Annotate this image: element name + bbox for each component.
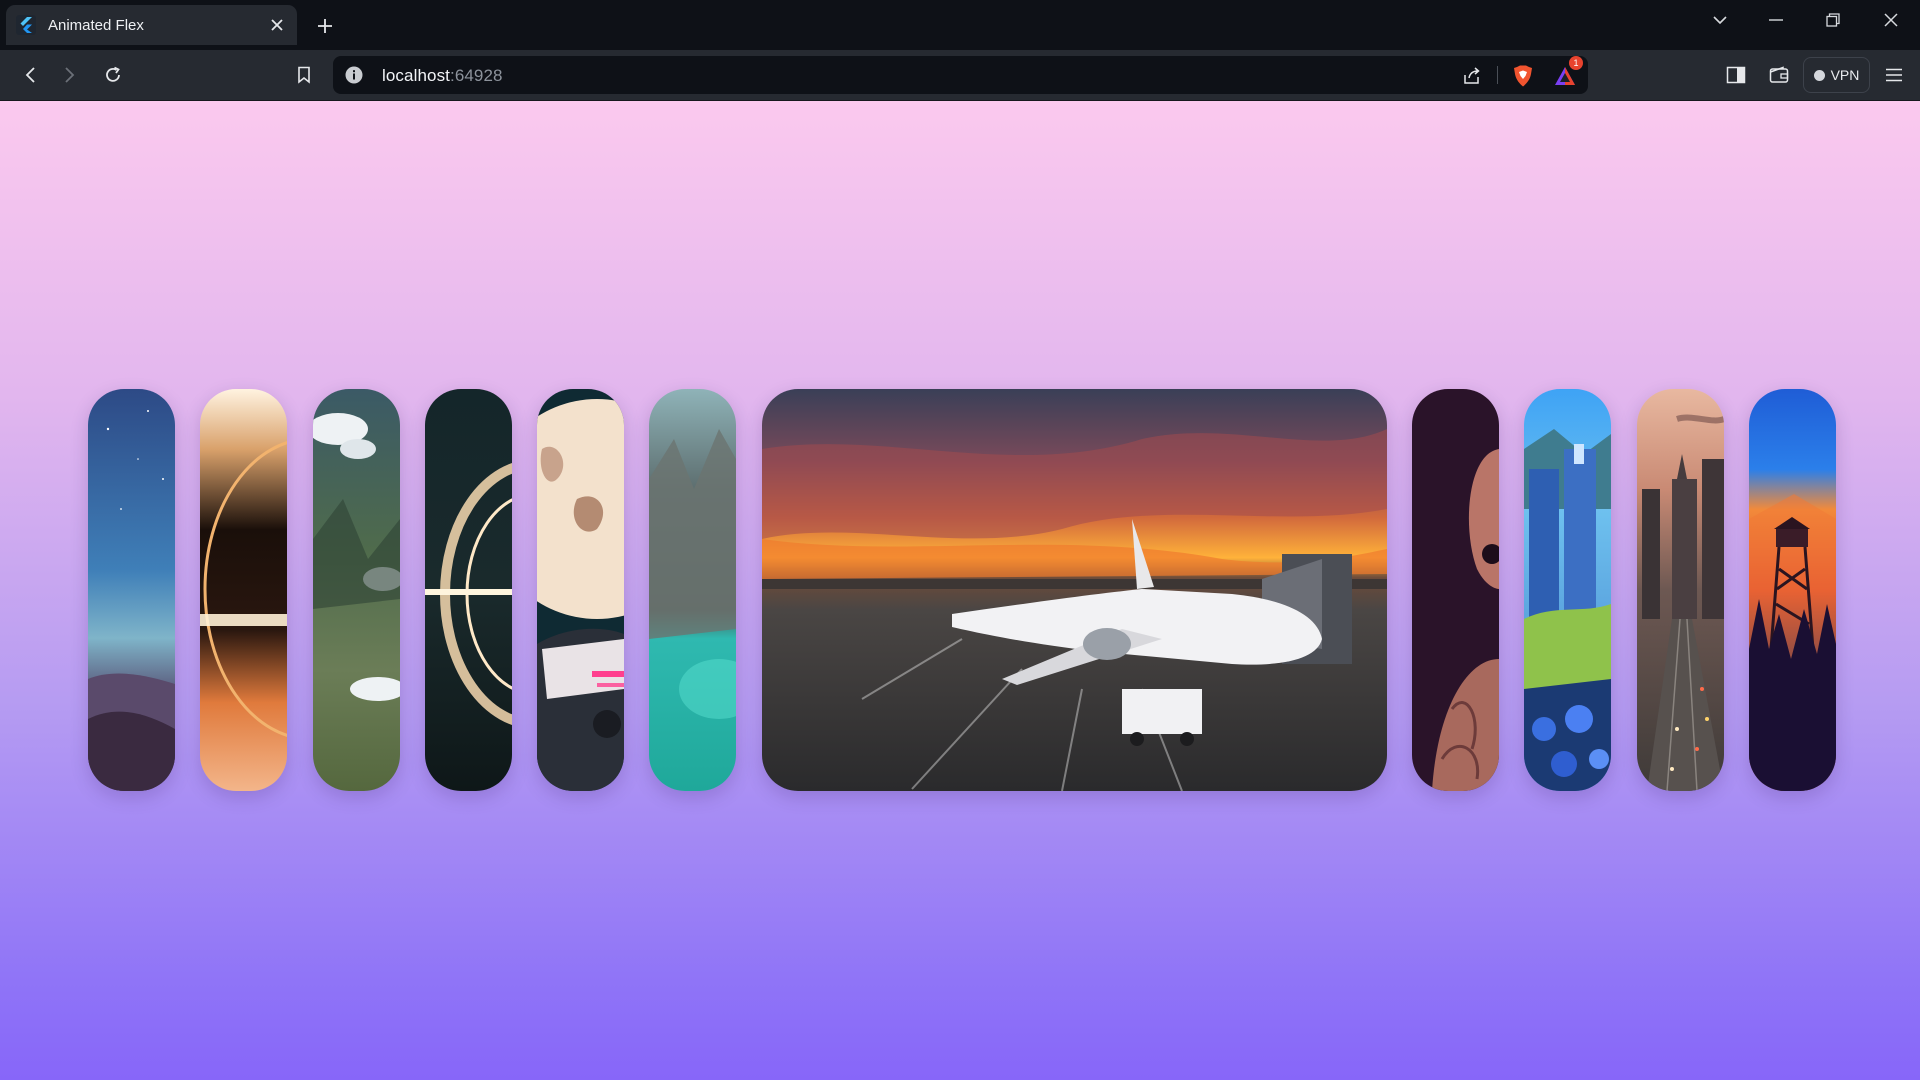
close-tab-icon[interactable] bbox=[265, 13, 289, 37]
wallet-icon[interactable] bbox=[1765, 62, 1793, 88]
card-mountain-lake[interactable] bbox=[649, 389, 736, 791]
card-airplane-sunset[interactable] bbox=[762, 389, 1387, 791]
card-anime-city-flowers[interactable] bbox=[1524, 389, 1611, 791]
browser-tab[interactable]: Animated Flex bbox=[6, 5, 297, 45]
new-tab-icon[interactable] bbox=[312, 13, 338, 39]
bookmark-icon[interactable] bbox=[290, 62, 318, 88]
sidebar-toggle-icon[interactable] bbox=[1722, 62, 1750, 88]
address-bar[interactable]: localhost:64928 1 bbox=[333, 56, 1588, 94]
card-glowing-ring[interactable] bbox=[425, 389, 512, 791]
card-anime-moon-car[interactable] bbox=[537, 389, 624, 791]
tab-title: Animated Flex bbox=[48, 16, 144, 34]
card-anime-creature[interactable] bbox=[1412, 389, 1499, 791]
card-aerial-mountains-clouds[interactable] bbox=[313, 389, 400, 791]
tab-search-chevron-icon[interactable] bbox=[1702, 8, 1738, 32]
share-icon[interactable] bbox=[1460, 64, 1484, 88]
site-info-icon[interactable] bbox=[345, 66, 363, 84]
reload-icon[interactable] bbox=[99, 62, 127, 88]
close-window-icon[interactable] bbox=[1873, 8, 1909, 32]
url-text: localhost:64928 bbox=[382, 66, 503, 86]
brave-shields-icon[interactable] bbox=[1511, 64, 1535, 88]
browser-titlebar: Animated Flex bbox=[0, 0, 1920, 50]
forward-icon[interactable] bbox=[56, 62, 84, 88]
flutter-favicon-icon bbox=[16, 15, 36, 35]
card-city-highway[interactable] bbox=[1637, 389, 1724, 791]
page-viewport bbox=[0, 101, 1920, 1080]
back-icon[interactable] bbox=[16, 62, 44, 88]
notification-badge: 1 bbox=[1569, 56, 1583, 70]
browser-toolbar: localhost:64928 1 VPN bbox=[0, 50, 1920, 101]
restore-icon[interactable] bbox=[1815, 8, 1851, 32]
card-fire-tower-sunset[interactable] bbox=[1749, 389, 1836, 791]
card-night-sky-hills[interactable] bbox=[88, 389, 175, 791]
url-host: localhost bbox=[382, 66, 450, 85]
url-port: :64928 bbox=[450, 66, 503, 85]
menu-hamburger-icon[interactable] bbox=[1880, 62, 1908, 88]
minimize-icon[interactable] bbox=[1758, 8, 1794, 32]
vpn-button[interactable]: VPN bbox=[1803, 57, 1870, 93]
card-black-hole-ring[interactable] bbox=[200, 389, 287, 791]
omnibox-separator bbox=[1497, 66, 1498, 84]
vpn-label: VPN bbox=[1830, 67, 1860, 83]
vpn-status-icon bbox=[1813, 69, 1825, 81]
